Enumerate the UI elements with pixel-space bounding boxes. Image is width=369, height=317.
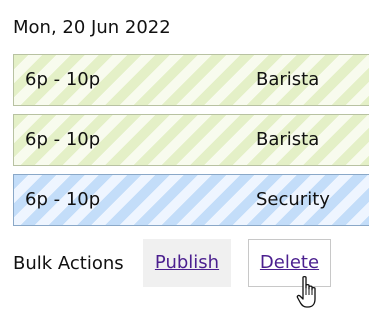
- shift-card-barista-1[interactable]: 6p - 10p Barista: [13, 54, 369, 106]
- shift-card-security[interactable]: 6p - 10p Security: [13, 174, 369, 226]
- shift-time: 6p - 10p: [25, 129, 101, 150]
- publish-button[interactable]: Publish: [143, 239, 231, 287]
- delete-button[interactable]: Delete: [248, 239, 331, 287]
- date-header: Mon, 20 Jun 2022: [13, 17, 171, 38]
- shift-role: Barista: [256, 69, 320, 90]
- shift-role: Barista: [256, 129, 320, 150]
- shift-role: Security: [256, 189, 330, 210]
- bulk-actions-label: Bulk Actions: [13, 253, 124, 274]
- shift-time: 6p - 10p: [25, 69, 101, 90]
- shift-card-barista-2[interactable]: 6p - 10p Barista: [13, 114, 369, 166]
- shift-list: 6p - 10p Barista 6p - 10p Barista 6p - 1…: [13, 54, 369, 234]
- shift-time: 6p - 10p: [25, 189, 101, 210]
